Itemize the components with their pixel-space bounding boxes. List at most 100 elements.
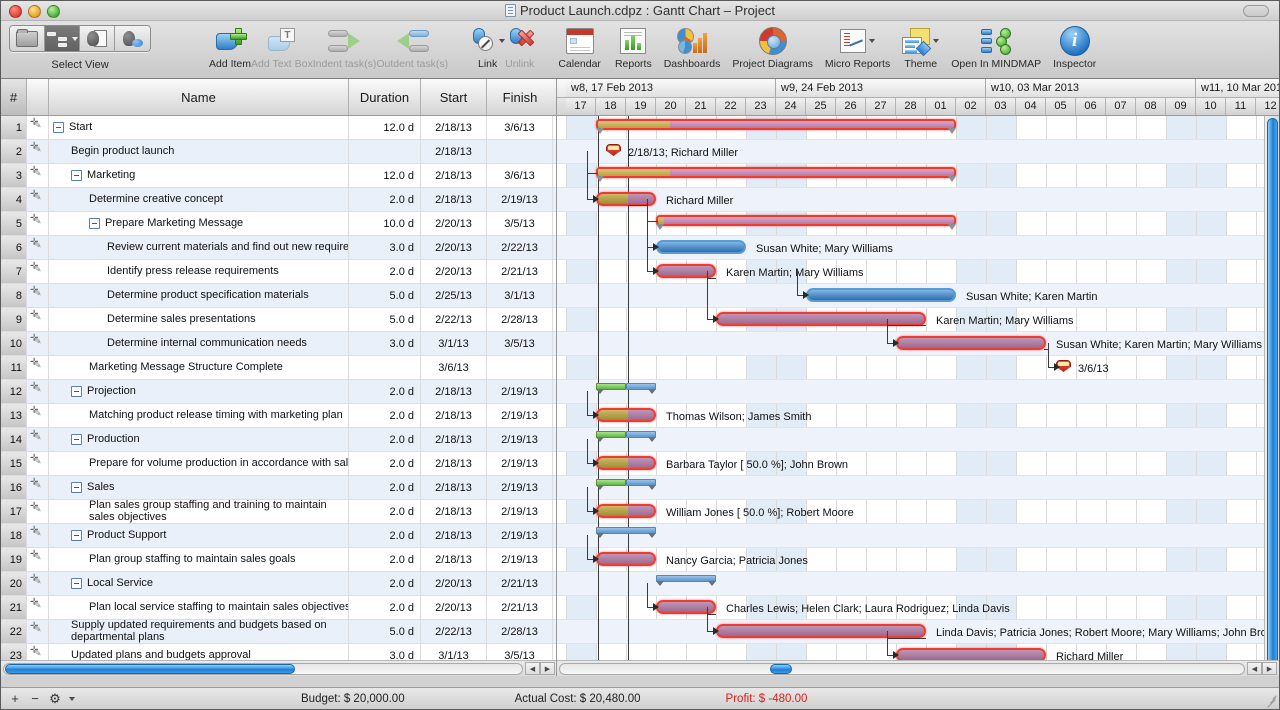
task-link-icon[interactable] — [27, 284, 49, 307]
table-row[interactable]: 11Marketing Message Structure Complete3/… — [1, 356, 556, 380]
project-diagrams-button[interactable]: Project Diagrams — [732, 21, 813, 70]
task-link-icon[interactable] — [27, 332, 49, 355]
view-folder-button[interactable] — [10, 26, 45, 51]
scroll-right-icon[interactable]: ▶ — [1262, 662, 1277, 675]
task-link-icon[interactable] — [27, 572, 49, 595]
view-person-page-button[interactable] — [80, 26, 115, 51]
task-name-cell[interactable]: Local Service — [49, 572, 349, 595]
table-row[interactable]: 20Local Service2.0 d2/20/132/21/13 — [1, 572, 556, 596]
table-row[interactable]: 16Sales2.0 d2/18/132/19/13 — [1, 476, 556, 500]
add-text-box-button[interactable]: T Add Text Box — [251, 21, 313, 70]
task-link-icon[interactable] — [27, 260, 49, 283]
summary-bar[interactable] — [656, 215, 956, 226]
scroll-left-icon[interactable]: ◀ — [525, 662, 540, 675]
table-row[interactable]: 18Product Support2.0 d2/18/132/19/13 — [1, 524, 556, 548]
task-name-cell[interactable]: Determine product specification material… — [49, 284, 349, 307]
micro-reports-button[interactable]: Micro Reports — [825, 21, 890, 70]
open-in-mindmap-button[interactable]: Open In MINDMAP — [951, 21, 1041, 70]
inspector-button[interactable]: i Inspector — [1053, 21, 1096, 70]
task-name-cell[interactable]: Supply updated requirements and budgets … — [49, 620, 349, 643]
scroll-right-icon[interactable]: ▶ — [540, 662, 555, 675]
chevron-down-icon[interactable] — [69, 697, 75, 701]
table-scroll-track[interactable] — [3, 663, 523, 675]
task-link-icon[interactable] — [27, 116, 49, 139]
task-name-cell[interactable]: Review current materials and find out ne… — [49, 236, 349, 259]
table-row[interactable]: 22Supply updated requirements and budget… — [1, 620, 556, 644]
task-link-icon[interactable] — [27, 428, 49, 451]
task-bar[interactable] — [656, 240, 746, 254]
task-name-cell[interactable]: Product Support — [49, 524, 349, 547]
task-link-icon[interactable] — [27, 140, 49, 163]
table-row[interactable]: 5Prepare Marketing Message10.0 d2/20/133… — [1, 212, 556, 236]
view-gantt-button[interactable] — [45, 26, 80, 51]
task-link-icon[interactable] — [27, 404, 49, 427]
gear-icon[interactable]: ⚙ — [46, 691, 64, 707]
summary-bar[interactable] — [596, 167, 956, 178]
table-row[interactable]: 14Production2.0 d2/18/132/19/13 — [1, 428, 556, 452]
summary-bar[interactable] — [596, 119, 956, 130]
table-row[interactable]: 10Determine internal communication needs… — [1, 332, 556, 356]
task-name-cell[interactable]: Plan local service staffing to maintain … — [49, 596, 349, 619]
table-row[interactable]: 8Determine product specification materia… — [1, 284, 556, 308]
task-name-cell[interactable]: Start — [49, 116, 349, 139]
column-header-icon[interactable] — [27, 79, 49, 115]
collapse-toggle-icon[interactable] — [71, 170, 82, 181]
task-name-cell[interactable]: Determine sales presentations — [49, 308, 349, 331]
task-link-icon[interactable] — [27, 308, 49, 331]
table-scroll-arrows[interactable]: ◀ ▶ — [525, 662, 557, 675]
task-bar[interactable] — [596, 552, 656, 566]
task-bar[interactable] — [716, 624, 926, 638]
gantt-horizontal-scrollbar[interactable]: ◀ ▶ — [557, 660, 1279, 676]
table-row[interactable]: 9Determine sales presentations5.0 d2/22/… — [1, 308, 556, 332]
dashboards-button[interactable]: Dashboards — [664, 21, 721, 70]
theme-button[interactable]: Theme — [902, 21, 939, 70]
task-link-icon[interactable] — [27, 500, 49, 523]
table-row[interactable]: 1Start12.0 d2/18/133/6/13 — [1, 116, 556, 140]
toolbar-toggle-button[interactable] — [1243, 5, 1269, 17]
milestone-marker[interactable] — [606, 144, 621, 159]
task-name-cell[interactable]: Determine creative concept — [49, 188, 349, 211]
scroll-left-icon[interactable]: ◀ — [1247, 662, 1262, 675]
task-name-cell[interactable]: Determine internal communication needs — [49, 332, 349, 355]
task-bar[interactable] — [596, 456, 656, 470]
task-link-icon[interactable] — [27, 524, 49, 547]
indent-task-button[interactable]: Indent task(s) — [313, 21, 377, 70]
table-row[interactable]: 12Projection2.0 d2/18/132/19/13 — [1, 380, 556, 404]
collapse-toggle-icon[interactable] — [71, 578, 82, 589]
status-buttons[interactable]: + − ⚙ — [1, 691, 96, 707]
task-name-cell[interactable]: Projection — [49, 380, 349, 403]
task-name-cell[interactable]: Plan group staffing to maintain sales go… — [49, 548, 349, 571]
task-name-cell[interactable]: Matching product release timing with mar… — [49, 404, 349, 427]
table-scroll-thumb[interactable] — [5, 664, 295, 674]
table-row[interactable]: 13Matching product release timing with m… — [1, 404, 556, 428]
task-link-icon[interactable] — [27, 164, 49, 187]
column-header-number[interactable]: # — [1, 79, 27, 115]
task-name-cell[interactable]: Plan sales group staffing and training t… — [49, 500, 349, 523]
calendar-button[interactable]: Calendar — [558, 21, 601, 70]
task-bar[interactable] — [896, 648, 1046, 660]
collapse-toggle-icon[interactable] — [71, 434, 82, 445]
task-link-icon[interactable] — [27, 548, 49, 571]
task-name-cell[interactable]: Prepare for volume production in accorda… — [49, 452, 349, 475]
collapse-toggle-icon[interactable] — [71, 386, 82, 397]
table-row[interactable]: 15Prepare for volume production in accor… — [1, 452, 556, 476]
task-bar[interactable] — [806, 288, 956, 302]
outdent-task-button[interactable]: Outdent task(s) — [376, 21, 448, 70]
task-bar[interactable] — [596, 408, 656, 422]
gantt-vscroll-thumb[interactable] — [1267, 118, 1278, 676]
remove-row-button[interactable]: − — [26, 691, 44, 707]
column-header-start[interactable]: Start — [421, 79, 487, 115]
resize-grip[interactable] — [1263, 693, 1277, 707]
task-bar[interactable] — [716, 312, 926, 326]
task-link-icon[interactable] — [27, 476, 49, 499]
unlink-button[interactable]: Unlink — [505, 21, 534, 70]
link-button[interactable]: Link — [470, 21, 505, 70]
task-bar[interactable] — [596, 504, 656, 518]
task-name-cell[interactable]: Begin product launch — [49, 140, 349, 163]
column-header-duration[interactable]: Duration — [349, 79, 421, 115]
task-name-cell[interactable]: Marketing — [49, 164, 349, 187]
chevron-down-icon[interactable] — [869, 39, 875, 43]
column-header-name[interactable]: Name — [49, 79, 349, 115]
add-item-button[interactable]: Add Item — [209, 21, 251, 70]
task-link-icon[interactable] — [27, 452, 49, 475]
